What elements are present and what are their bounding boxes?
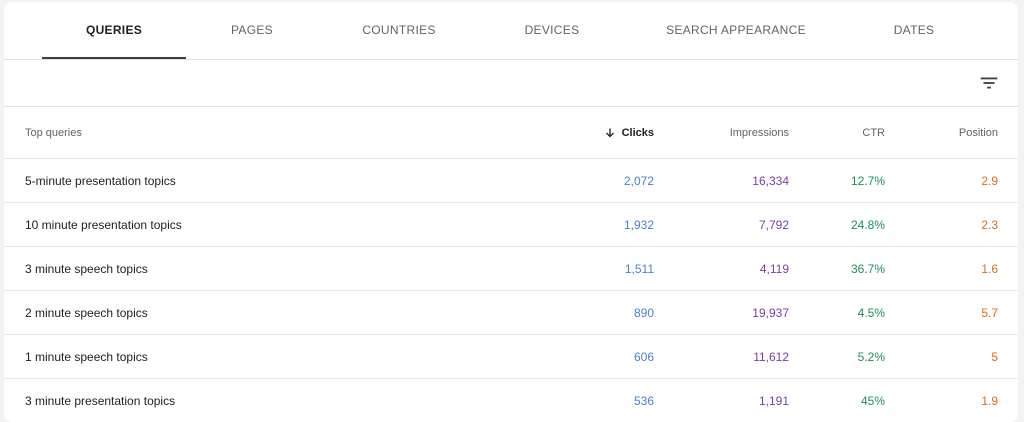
ctr-cell: 4.5% [857,305,885,320]
header-position[interactable]: Position [959,107,998,158]
header-impressions[interactable]: Impressions [730,107,789,158]
filter-bar [4,60,1018,107]
active-tab-indicator [42,57,186,59]
tab-devices-label: DEVICES [524,23,580,37]
query-cell: 3 minute presentation topics [25,393,176,408]
tab-countries[interactable]: COUNTRIES [344,2,454,59]
impressions-cell: 11,612 [753,349,789,364]
ctr-cell: 24.8% [850,217,885,232]
position-cell: 1.9 [981,393,998,408]
table-row[interactable]: 3 minute speech topics 1,511 4,119 36.7%… [4,247,1018,291]
tab-pages[interactable]: PAGES [204,2,300,59]
performance-table-card: QUERIES PAGES COUNTRIES DEVICES SEARCH A… [4,2,1018,422]
impressions-cell: 19,937 [752,305,789,320]
tab-queries-label: QUERIES [85,23,143,37]
header-clicks-label: Clicks [621,126,654,139]
header-top-queries[interactable]: Top queries [25,107,82,158]
tab-pages-label: PAGES [231,23,273,37]
ctr-cell: 45% [860,393,885,408]
arrow-down-icon [605,128,614,137]
impressions-cell: 16,334 [752,173,789,188]
filter-list-icon[interactable] [978,72,1000,94]
tab-dates[interactable]: DATES [874,2,954,59]
tab-countries-label: COUNTRIES [362,23,436,37]
header-ctr[interactable]: CTR [862,107,885,158]
query-cell: 5-minute presentation topics [25,173,176,188]
position-cell: 2.3 [981,217,998,232]
tab-search-appearance[interactable]: SEARCH APPEARANCE [654,2,818,59]
impressions-cell: 4,119 [759,261,789,276]
clicks-cell: 1,932 [623,217,654,232]
clicks-cell: 2,072 [623,173,654,188]
tab-queries[interactable]: QUERIES [42,2,186,59]
ctr-cell: 12.7% [850,173,885,188]
query-cell: 3 minute speech topics [25,261,148,276]
header-clicks[interactable]: Clicks [604,107,654,158]
position-cell: 5.7 [981,305,998,320]
query-cell: 2 minute speech topics [25,305,148,320]
query-cell: 10 minute presentation topics [25,217,182,232]
tab-search-appearance-label: SEARCH APPEARANCE [666,23,806,37]
position-cell: 1.6 [981,261,998,276]
position-cell: 2.9 [981,173,998,188]
table-row[interactable]: 1 minute speech topics 606 11,612 5.2% 5 [4,335,1018,379]
ctr-cell: 5.2% [857,349,885,364]
table-header-row: Top queries Clicks Impressions CTR Posit… [4,107,1018,159]
table-row[interactable]: 2 minute speech topics 890 19,937 4.5% 5… [4,291,1018,335]
table-row[interactable]: 10 minute presentation topics 1,932 7,79… [4,203,1018,247]
queries-table: Top queries Clicks Impressions CTR Posit… [4,107,1018,422]
dimension-tabs: QUERIES PAGES COUNTRIES DEVICES SEARCH A… [4,2,1018,60]
tab-devices[interactable]: DEVICES [504,2,600,59]
tab-dates-label: DATES [893,23,935,37]
table-row[interactable]: 5-minute presentation topics 2,072 16,33… [4,159,1018,203]
clicks-cell: 890 [633,305,654,320]
table-row[interactable]: 3 minute presentation topics 536 1,191 4… [4,379,1018,422]
impressions-cell: 7,792 [758,217,789,232]
impressions-cell: 1,191 [758,393,789,408]
ctr-cell: 36.7% [850,261,885,276]
clicks-cell: 606 [633,349,654,364]
position-cell: 5 [991,349,998,364]
clicks-cell: 1,511 [624,261,654,276]
clicks-cell: 536 [633,393,654,408]
query-cell: 1 minute speech topics [25,349,148,364]
